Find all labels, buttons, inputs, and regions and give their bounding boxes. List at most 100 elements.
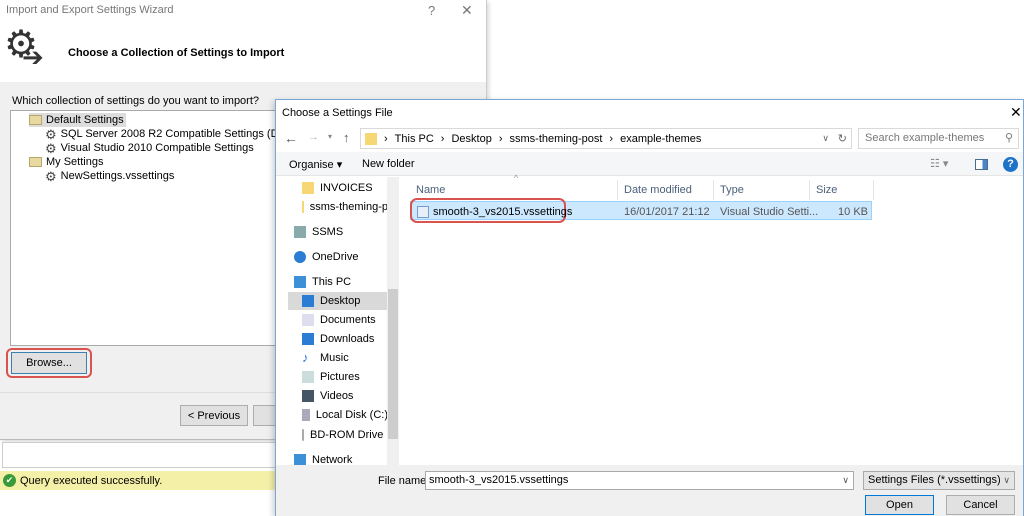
folder-icon (29, 115, 42, 125)
file-name-input[interactable]: smooth-3_vs2015.vssettings ∨ (425, 471, 854, 490)
address-dropdown-icon[interactable]: ∨ (822, 133, 829, 144)
help-button[interactable]: ? (428, 3, 435, 18)
nav-label: Videos (320, 390, 354, 402)
folder-icon (29, 157, 42, 167)
column-header-size[interactable]: Size (810, 180, 874, 200)
column-header-date[interactable]: Date modified (618, 180, 714, 200)
folder-icon (302, 201, 304, 213)
gear-icon: ⚙ (45, 168, 57, 184)
file-name: smooth-3_vs2015.vssettings (433, 206, 573, 218)
tree-item-default-settings[interactable]: Default Settings (29, 113, 126, 127)
previous-button[interactable]: < Previous (180, 405, 248, 426)
chevron-down-icon[interactable]: ∨ (1003, 472, 1010, 489)
videos-icon (302, 390, 314, 402)
file-name-cell[interactable]: smooth-3_vs2015.vssettings (417, 203, 572, 221)
tree-item-label: Visual Studio 2010 Compatible Settings (60, 142, 254, 154)
breadcrumb-item[interactable]: ssms-theming-post (510, 133, 603, 145)
dialog-title: Choose a Settings File (282, 107, 393, 119)
results-pane (2, 442, 276, 468)
nav-item-music[interactable]: ♪ Music (288, 349, 388, 367)
browse-button[interactable]: Browse... (11, 352, 87, 374)
nav-item-ssms-theming[interactable]: ssms-theming-p (288, 198, 388, 216)
forward-arrow-icon[interactable]: → (308, 131, 319, 143)
tree-item-sql-server[interactable]: ⚙ SQL Server 2008 R2 Compatible Settings … (45, 127, 309, 141)
nav-item-desktop[interactable]: Desktop (288, 292, 388, 310)
nav-label: Desktop (320, 295, 361, 307)
filter-value: Settings Files (*.vssettings) (868, 474, 1001, 486)
dialog-close-button[interactable]: ✕ (1010, 104, 1022, 121)
file-name-label: File name: (378, 475, 430, 487)
back-arrow-icon[interactable]: ← (284, 130, 298, 146)
nav-item-invoices[interactable]: INVOICES (288, 179, 388, 197)
desktop-icon (302, 295, 314, 307)
tree-item-newsettings[interactable]: ⚙ NewSettings.vssettings (45, 169, 174, 183)
open-button[interactable]: Open (865, 495, 934, 515)
view-options-icon[interactable]: ☷ ▾ (930, 157, 948, 170)
tree-item-visual-studio[interactable]: ⚙ Visual Studio 2010 Compatible Settings (45, 141, 254, 155)
nav-item-local-disk[interactable]: Local Disk (C:) (288, 406, 388, 424)
vssettings-file-icon (417, 206, 429, 218)
address-bar[interactable]: › This PC › Desktop › ssms-theming-post › ex… (360, 128, 852, 149)
column-header-type[interactable]: Type (714, 180, 810, 200)
status-text: Query executed successfully. (20, 474, 163, 487)
file-type-filter[interactable]: Settings Files (*.vssettings) ∨ (863, 471, 1015, 490)
recent-dropdown-icon[interactable]: ▾ (328, 132, 332, 141)
nav-item-documents[interactable]: Documents (288, 311, 388, 329)
network-icon (294, 454, 306, 465)
nav-item-this-pc[interactable]: This PC (288, 273, 388, 291)
choose-settings-file-dialog: Choose a Settings File ✕ ← → ▾ ↑ › This P… (275, 99, 1024, 516)
nav-label: OneDrive (312, 251, 359, 263)
ssms-icon (294, 226, 306, 238)
question-label: Which collection of settings do you want… (12, 95, 260, 107)
close-button[interactable]: ✕ (461, 2, 473, 19)
nav-item-downloads[interactable]: Downloads (288, 330, 388, 348)
search-input[interactable]: Search example-themes ⚲ (858, 128, 1019, 149)
breadcrumb-item[interactable]: Desktop (451, 133, 491, 145)
settings-tree[interactable]: Default Settings ⚙ SQL Server 2008 R2 Com… (10, 110, 309, 346)
breadcrumb-item[interactable]: This PC (395, 133, 434, 145)
cloud-icon (294, 251, 306, 263)
nav-label: Pictures (320, 371, 360, 383)
tree-item-label: SQL Server 2008 R2 Compatible Settings (… (60, 128, 310, 140)
column-header-name[interactable]: Name (410, 180, 618, 200)
tree-item-my-settings[interactable]: My Settings (29, 155, 103, 169)
nav-item-bd-rom[interactable]: BD-ROM Drive (I (288, 426, 393, 444)
navigation-pane[interactable]: INVOICES ssms-theming-p SSMS OneDrive Th… (276, 177, 399, 465)
nav-label: INVOICES (320, 182, 373, 194)
nav-item-videos[interactable]: Videos (288, 387, 388, 405)
tree-item-label: Default Settings (46, 114, 124, 126)
chevron-down-icon[interactable]: ∨ (842, 472, 849, 489)
nav-item-pictures[interactable]: Pictures (288, 368, 388, 386)
scrollbar-thumb[interactable] (388, 289, 398, 439)
organise-button[interactable]: Organise ▾ (289, 158, 342, 171)
folder-icon (365, 132, 377, 145)
nav-item-network[interactable]: Network (288, 451, 388, 465)
nav-label: Documents (320, 314, 376, 326)
nav-scrollbar[interactable] (387, 177, 399, 465)
nav-label: Downloads (320, 333, 375, 345)
preview-pane-icon[interactable] (975, 159, 988, 170)
pictures-icon (302, 371, 314, 383)
new-folder-button[interactable]: New folder (362, 158, 415, 170)
file-date: 16/01/2017 21:12 (624, 206, 710, 218)
up-arrow-icon[interactable]: ↑ (343, 130, 350, 145)
gear-icon: ⚙ (45, 126, 57, 142)
nav-item-onedrive[interactable]: OneDrive (288, 248, 388, 266)
success-check-icon: ✔ (3, 474, 16, 487)
status-bar: ✔ Query executed successfully. (0, 471, 276, 490)
breadcrumb-item[interactable]: example-themes (620, 133, 701, 145)
tree-item-label: NewSettings.vssettings (60, 170, 175, 182)
tree-item-label: My Settings (46, 156, 104, 168)
folder-icon (302, 182, 314, 194)
refresh-icon[interactable]: ↻ (838, 132, 847, 145)
cancel-button[interactable]: Cancel (946, 495, 1015, 515)
help-icon[interactable]: ? (1003, 157, 1018, 172)
downloads-icon (302, 333, 314, 345)
music-icon: ♪ (302, 350, 309, 365)
wizard-title: Import and Export Settings Wizard (6, 4, 174, 16)
page-heading: Choose a Collection of Settings to Impor… (68, 47, 285, 59)
file-type: Visual Studio Setti... (720, 206, 819, 218)
disc-icon (302, 429, 304, 441)
search-placeholder: Search example-themes (865, 132, 985, 144)
nav-item-ssms[interactable]: SSMS (288, 223, 388, 241)
